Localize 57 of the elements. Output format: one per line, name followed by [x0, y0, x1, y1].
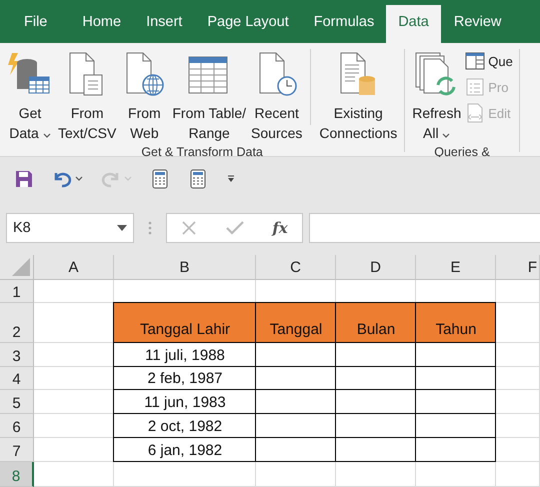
header-cell: Tanggal Lahir	[114, 303, 256, 343]
properties-list-icon	[465, 77, 486, 97]
formula-input[interactable]	[309, 212, 540, 242]
ribbon-tab[interactable]: File	[0, 0, 70, 43]
column-header[interactable]: D	[336, 255, 416, 280]
table-cell-text: 11 jun, 1983	[143, 392, 227, 412]
row-header[interactable]: 8	[0, 462, 34, 487]
ribbon-tab[interactable]: Data	[386, 5, 441, 43]
row-header[interactable]: 2	[0, 303, 34, 343]
name-box[interactable]: K8	[6, 212, 134, 242]
ribbon-tab[interactable]: Page Layout	[194, 0, 301, 43]
dropdown-icon	[117, 224, 127, 230]
table-cell-text: 6 jan, 1982	[146, 440, 224, 460]
save-icon[interactable]	[14, 168, 34, 188]
calculator-icon[interactable]	[188, 168, 208, 188]
row-header[interactable]: 7	[0, 438, 34, 462]
ribbon-tab[interactable]: Formulas	[300, 0, 386, 43]
ribbon-button[interactable]: Refresh All	[411, 49, 462, 143]
grip-icon	[148, 220, 152, 234]
ribbon-tab[interactable]: Review	[440, 0, 514, 43]
caret-icon	[75, 176, 83, 181]
column-header[interactable]: B	[114, 255, 256, 280]
group-label: Get & Transform Data	[140, 144, 264, 159]
ribbon-small-button[interactable]: Que	[465, 51, 513, 71]
ribbon-button[interactable]: From Web	[120, 49, 168, 143]
ribbon-button[interactable]: Get Data	[6, 49, 54, 143]
ribbon-button[interactable]: Recent Sources	[250, 49, 304, 143]
ribbon-tab[interactable]: Insert	[133, 0, 194, 43]
row-header[interactable]: 3	[0, 343, 34, 367]
ribbon-tab[interactable]: Home	[69, 0, 134, 43]
ribbon-button[interactable]: From Text/CSV	[57, 49, 118, 143]
column-header[interactable]: A	[34, 255, 114, 280]
link-file-icon	[465, 103, 486, 123]
column-header[interactable]: C	[256, 255, 336, 280]
row-header[interactable]: 5	[0, 390, 34, 414]
table-cell-text: 2 feb, 1987	[146, 369, 224, 389]
column-header[interactable]: E	[416, 255, 496, 280]
column-header[interactable]: F	[496, 255, 540, 280]
caret-icon	[42, 133, 51, 138]
calculator-icon[interactable]	[150, 168, 170, 188]
ribbon-button[interactable]: From Table/ Range	[171, 49, 248, 143]
caret-icon	[124, 176, 132, 181]
table-cell-text: 2 oct, 1982	[146, 416, 224, 436]
header-cell: Tanggal	[256, 303, 336, 343]
check-icon[interactable]	[226, 220, 244, 234]
header-cell: Tahun	[416, 303, 496, 343]
queries-table-icon	[465, 51, 486, 71]
table-cell-text: 11 juli, 1988	[144, 346, 226, 366]
group-label: Queries &	[433, 144, 491, 159]
customize-caret-icon[interactable]	[226, 174, 236, 184]
caret-icon	[442, 133, 450, 138]
insert-function-button[interactable]: fx	[272, 218, 288, 236]
row-header[interactable]: 6	[0, 414, 34, 438]
row-header[interactable]: 1	[0, 280, 34, 303]
ribbon-button[interactable]: Existing Connections	[318, 49, 398, 143]
header-cell: Bulan	[336, 303, 416, 343]
row-header[interactable]: 4	[0, 367, 34, 390]
